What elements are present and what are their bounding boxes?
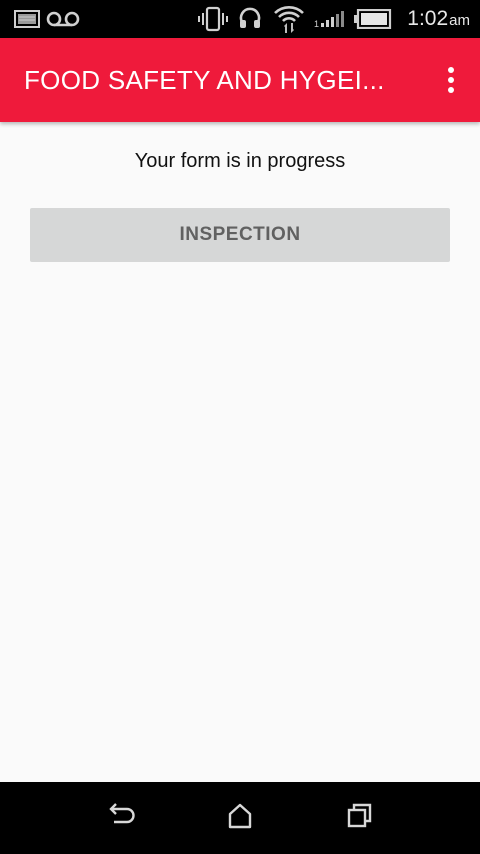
battery-icon bbox=[354, 0, 392, 38]
overflow-dot bbox=[448, 87, 454, 93]
progress-message: Your form is in progress bbox=[134, 150, 346, 172]
clock: 1:02 am bbox=[407, 0, 470, 38]
inspection-button[interactable]: INSPECTION bbox=[30, 208, 450, 262]
recents-button[interactable] bbox=[340, 800, 380, 836]
vibrate-icon bbox=[198, 0, 228, 38]
signal-icon: 1 bbox=[314, 0, 348, 38]
home-button[interactable] bbox=[220, 800, 260, 836]
screen: 1 1:02 am FOOD SAFETY AND HYGEI... Your … bbox=[0, 0, 480, 854]
back-icon bbox=[105, 802, 135, 835]
back-button[interactable] bbox=[100, 800, 140, 836]
home-icon bbox=[226, 802, 254, 835]
svg-text:1: 1 bbox=[314, 19, 319, 28]
status-bar: 1 1:02 am bbox=[0, 0, 480, 38]
app-bar: FOOD SAFETY AND HYGEI... bbox=[0, 38, 480, 122]
navigation-bar bbox=[0, 782, 480, 854]
overflow-menu-button[interactable] bbox=[440, 62, 462, 98]
voicemail-icon bbox=[46, 0, 80, 38]
recents-icon bbox=[346, 802, 374, 835]
clock-time: 1:02 bbox=[407, 7, 449, 30]
overflow-dot bbox=[448, 67, 454, 73]
app-title: FOOD SAFETY AND HYGEI... bbox=[24, 64, 385, 95]
image-notification-icon bbox=[14, 0, 40, 38]
overflow-dot bbox=[448, 77, 454, 83]
clock-ampm: am bbox=[449, 12, 470, 29]
sync-icon bbox=[237, 0, 263, 38]
main-content: Your form is in progress INSPECTION bbox=[0, 122, 480, 782]
wifi-icon bbox=[273, 0, 305, 38]
